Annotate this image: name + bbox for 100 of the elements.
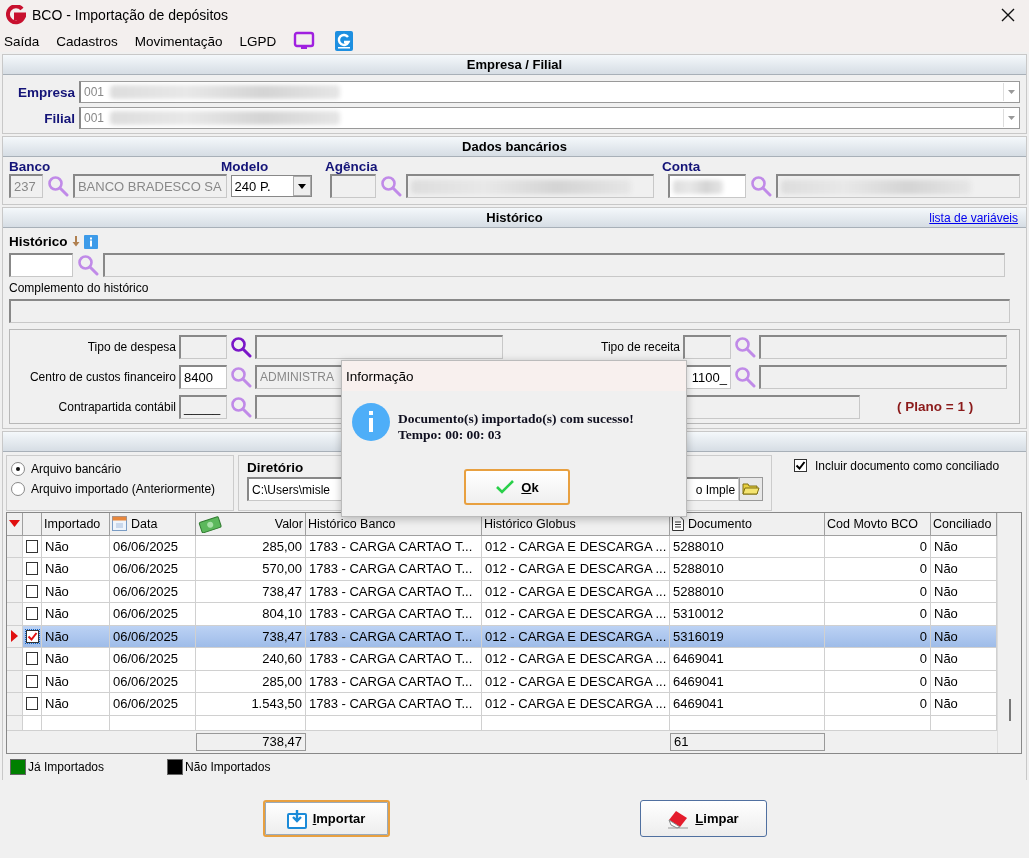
table-row[interactable]: Não 06/06/2025 738,47 1783 - CARGA CARTAO T... 012 - CARGA E DESCARGA ... 5316019 0 Não: [7, 625, 997, 648]
field-label: Empresa: [16, 84, 75, 100]
field-label: Tipo de despesa: [86, 339, 176, 354]
field-label: Diretório: [247, 460, 304, 475]
cost-center-field[interactable]: 8400: [179, 364, 227, 389]
table-cell: 0: [825, 648, 931, 671]
import-button[interactable]: Importar: [262, 800, 390, 837]
company-dropdown[interactable]: 001: [79, 107, 1020, 129]
field-label: Agência: [325, 159, 379, 174]
field-label: Tipo de receita: [600, 339, 680, 354]
column-header[interactable]: [7, 513, 23, 536]
radio-label: Arquivo importado (Anteriormente): [31, 482, 216, 496]
revenue-type-field[interactable]: [683, 334, 731, 359]
counterpart-account-field[interactable]: _____: [179, 394, 227, 419]
table-cell: 1783 - CARGA CARTAO T...: [306, 648, 482, 671]
checkbox[interactable]: [26, 697, 38, 711]
expense-type-field[interactable]: [179, 334, 227, 359]
checkbox[interactable]: [26, 674, 38, 688]
search-icon[interactable]: [230, 335, 252, 358]
history-code-field[interactable]: [9, 253, 73, 277]
row-selector[interactable]: [7, 625, 23, 648]
table-cell: 06/06/2025: [110, 603, 196, 626]
table-cell: Não: [931, 603, 997, 626]
row-pointer-icon: [11, 630, 18, 643]
radio-label: Arquivo bancário: [31, 462, 122, 476]
radio-button[interactable]: [11, 462, 25, 476]
table-cell: 012 - CARGA E DESCARGA ...: [482, 693, 670, 716]
checkbox[interactable]: [26, 562, 38, 576]
table-cell: 804,10: [196, 603, 306, 626]
field-label: Conta: [662, 159, 701, 174]
agency-field[interactable]: [330, 174, 377, 198]
info-icon[interactable]: [83, 234, 98, 249]
checkbox[interactable]: [26, 607, 38, 621]
table-cell: 240,60: [196, 648, 306, 671]
table-cell: 012 - CARGA E DESCARGA ...: [482, 558, 670, 581]
menu-item[interactable]: Cadastros: [56, 33, 118, 49]
variables-link[interactable]: lista de variáveis: [929, 210, 1018, 225]
table-row[interactable]: Não 06/06/2025 570,00 1783 - CARGA CARTAO T... 012 - CARGA E DESCARGA ... 5288010 0 Não: [7, 558, 997, 581]
table-row[interactable]: Não 06/06/2025 285,00 1783 - CARGA CARTAO T... 012 - CARGA E DESCARGA ... 6469041 0 Não: [7, 670, 997, 693]
table-cell: 6469041: [670, 648, 825, 671]
import-icon: [286, 808, 307, 829]
field-label: Filial: [43, 110, 75, 126]
table-row[interactable]: Não 06/06/2025 285,00 1783 - CARGA CARTAO T... 012 - CARGA E DESCARGA ... 5288010 0 Não: [7, 535, 997, 558]
column-header[interactable]: Cod Movto BCO: [825, 513, 931, 536]
eraser-icon: [667, 808, 690, 829]
legend-label: Não Importados: [185, 760, 271, 774]
ok-button[interactable]: Ok: [464, 469, 570, 505]
menu-item[interactable]: LGPD: [239, 33, 277, 49]
checkbox[interactable]: [26, 652, 38, 666]
section-header: Dados bancários: [3, 137, 1026, 157]
table-row[interactable]: Não 06/06/2025 804,10 1783 - CARGA CARTAO T... 012 - CARGA E DESCARGA ... 5310012 0 Não: [7, 603, 997, 626]
browse-folder-button[interactable]: [739, 477, 763, 501]
column-header: [23, 513, 42, 536]
redacted-blur: [672, 179, 723, 194]
table-cell: 6469041: [670, 693, 825, 716]
checkbox[interactable]: [26, 539, 38, 553]
table-cell: 5288010: [670, 558, 825, 581]
table-cell: 0: [825, 603, 931, 626]
table-cell: 06/06/2025: [110, 693, 196, 716]
history-complement-field[interactable]: [9, 299, 1010, 323]
table-cell: 012 - CARGA E DESCARGA ...: [482, 603, 670, 626]
field-label: Complemento do histórico: [9, 281, 150, 295]
checkbox[interactable]: [794, 459, 807, 472]
table-row[interactable]: Não 06/06/2025 1.543,50 1783 - CARGA CARTAO T... 012 - CARGA E DESCARGA ... 6469041 0 Não: [7, 693, 997, 716]
window-title: BCO - Importação de depósitos: [32, 7, 229, 23]
model-dropdown[interactable]: 240 P.: [230, 175, 313, 197]
field-label: Histórico: [9, 234, 68, 249]
checkbox[interactable]: [26, 584, 38, 598]
section-header: Histórico lista de variáveis: [3, 208, 1026, 228]
table-cell: 1783 - CARGA CARTAO T...: [306, 603, 482, 626]
table-cell: 5310012: [670, 603, 825, 626]
table-cell: Não: [42, 693, 110, 716]
account-field[interactable]: [667, 174, 746, 198]
table-cell: Não: [42, 558, 110, 581]
checkbox[interactable]: [25, 629, 39, 643]
column-header[interactable]: Conciliado: [931, 513, 997, 536]
close-icon[interactable]: [1001, 8, 1015, 22]
column-header[interactable]: Valor: [196, 513, 306, 536]
sort-triangle-icon[interactable]: [9, 519, 20, 528]
table-cell: Não: [42, 648, 110, 671]
table-cell: 06/06/2025: [110, 648, 196, 671]
radio-button[interactable]: [11, 482, 25, 496]
info-icon: [352, 403, 390, 441]
field-label: Banco: [9, 159, 52, 174]
table-row[interactable]: Não 06/06/2025 738,47 1783 - CARGA CARTAO T... 012 - CARGA E DESCARGA ... 5288010 0 Não: [7, 580, 997, 603]
table-cell: 0: [825, 693, 931, 716]
column-header[interactable]: Data: [110, 513, 196, 536]
company-dropdown[interactable]: 001: [79, 81, 1020, 103]
app-logo-icon[interactable]: [335, 31, 354, 51]
section-header: Empresa / Filial: [3, 55, 1026, 75]
clear-button[interactable]: Limpar: [639, 800, 767, 837]
table-cell: [931, 715, 997, 731]
calendar-icon: [112, 516, 127, 532]
table-row[interactable]: Não 06/06/2025 240,60 1783 - CARGA CARTAO T... 012 - CARGA E DESCARGA ... 6469041 0 Não: [7, 648, 997, 671]
field-label: Modelo: [221, 159, 270, 174]
menu-item[interactable]: Saída: [4, 33, 40, 49]
menu-item[interactable]: Movimentação: [134, 33, 223, 49]
table-cell: Não: [42, 603, 110, 626]
column-header[interactable]: Importado: [42, 513, 110, 536]
monitor-icon[interactable]: [293, 31, 316, 51]
